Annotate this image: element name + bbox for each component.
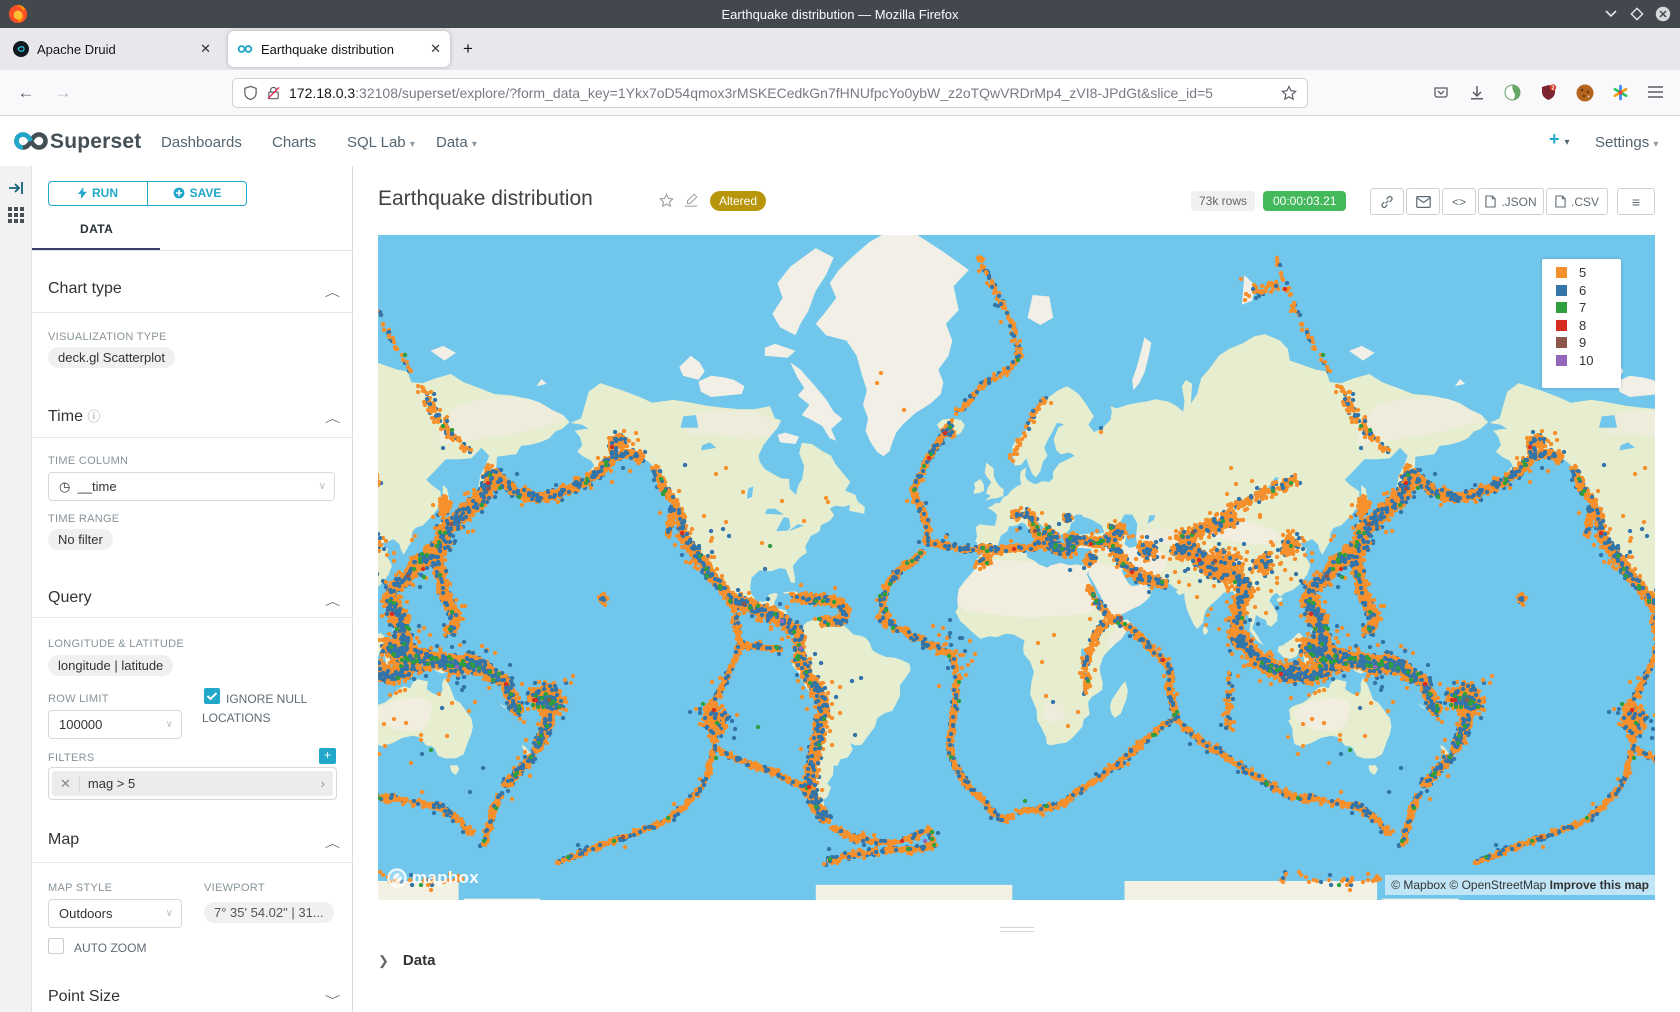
svg-text:2: 2	[1551, 86, 1554, 92]
